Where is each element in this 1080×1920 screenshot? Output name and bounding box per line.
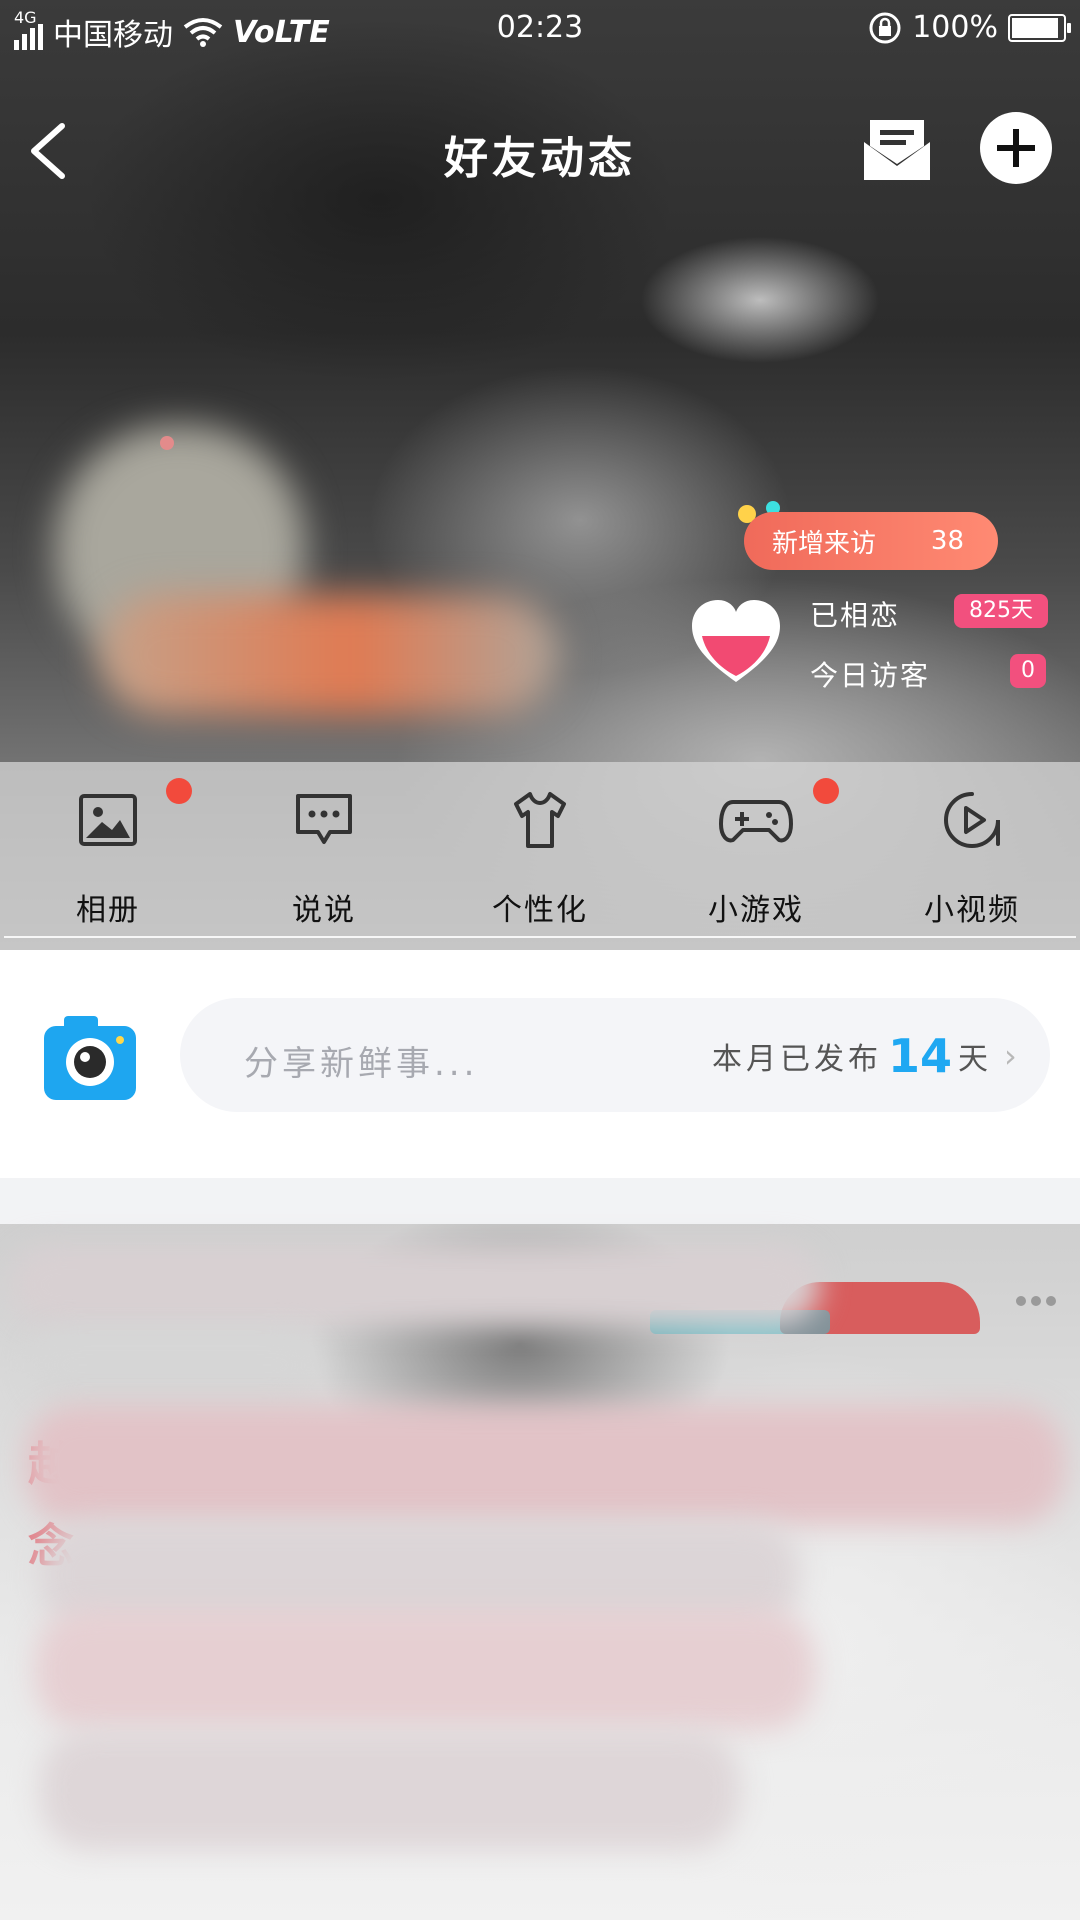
avatar-decoration (160, 436, 174, 450)
blurred-post-avatar (30, 1330, 320, 1400)
tshirt-icon (514, 792, 566, 848)
battery-icon (1008, 13, 1071, 42)
heart-icon[interactable] (688, 598, 784, 686)
blurred-post-author (10, 1245, 820, 1325)
blurred-post-text (25, 1405, 1065, 1525)
notification-dot (166, 778, 192, 804)
feature-album[interactable]: 相册 (33, 790, 183, 930)
published-suffix: 天 (958, 1042, 993, 1077)
feature-label: 小游戏 (708, 893, 804, 928)
section-gap (0, 1178, 1080, 1224)
today-visitors-badge: 0 (1010, 654, 1046, 688)
together-days-badge: 825天 (954, 594, 1048, 628)
new-visitors-pill[interactable]: 新增来访 38 (744, 512, 998, 570)
share-placeholder: 分享新鲜事... (244, 1044, 479, 1084)
photo-album-icon (79, 794, 137, 846)
feature-shuoshuo[interactable]: 说说 (249, 790, 399, 930)
feature-label: 说说 (292, 893, 356, 928)
plus-icon (997, 129, 1035, 167)
more-options-icon[interactable] (1016, 1296, 1060, 1310)
play-video-icon (944, 792, 1000, 848)
blurred-user-name (100, 595, 560, 715)
camera-icon[interactable] (42, 1014, 138, 1102)
monthly-post-stats[interactable]: 本月已发布 14 天 › (712, 1026, 1021, 1086)
add-button[interactable] (980, 112, 1052, 184)
chat-bubble-icon (296, 794, 352, 844)
feature-label: 小视频 (924, 893, 1020, 928)
feature-personalize[interactable]: 个性化 (465, 790, 615, 930)
blurred-post-text (40, 1730, 740, 1850)
blurred-post-text (35, 1610, 815, 1730)
gamepad-icon (719, 800, 793, 843)
feature-label: 相册 (76, 893, 140, 928)
published-prefix: 本月已发布 (712, 1042, 882, 1077)
together-label: 已相恋 (810, 599, 901, 632)
published-days: 14 (888, 1029, 953, 1083)
feature-short-video[interactable]: 小视频 (897, 790, 1047, 930)
feature-label: 个性化 (492, 893, 588, 928)
today-visitors-label: 今日访客 (810, 659, 931, 692)
battery-percent: 100% (912, 10, 998, 45)
notification-dot (813, 778, 839, 804)
rotation-lock-icon (869, 12, 901, 43)
new-visitors-count: 38 (930, 526, 964, 556)
chevron-right-icon: › (1004, 1037, 1021, 1075)
feature-minigame[interactable]: 小游戏 (681, 790, 831, 930)
message-box-icon[interactable] (862, 116, 932, 182)
status-bar: 4G 中国移动 VoLTE 02:23 100% (0, 0, 1080, 56)
divider (4, 936, 1076, 938)
new-visitors-label: 新增来访 (772, 528, 877, 559)
